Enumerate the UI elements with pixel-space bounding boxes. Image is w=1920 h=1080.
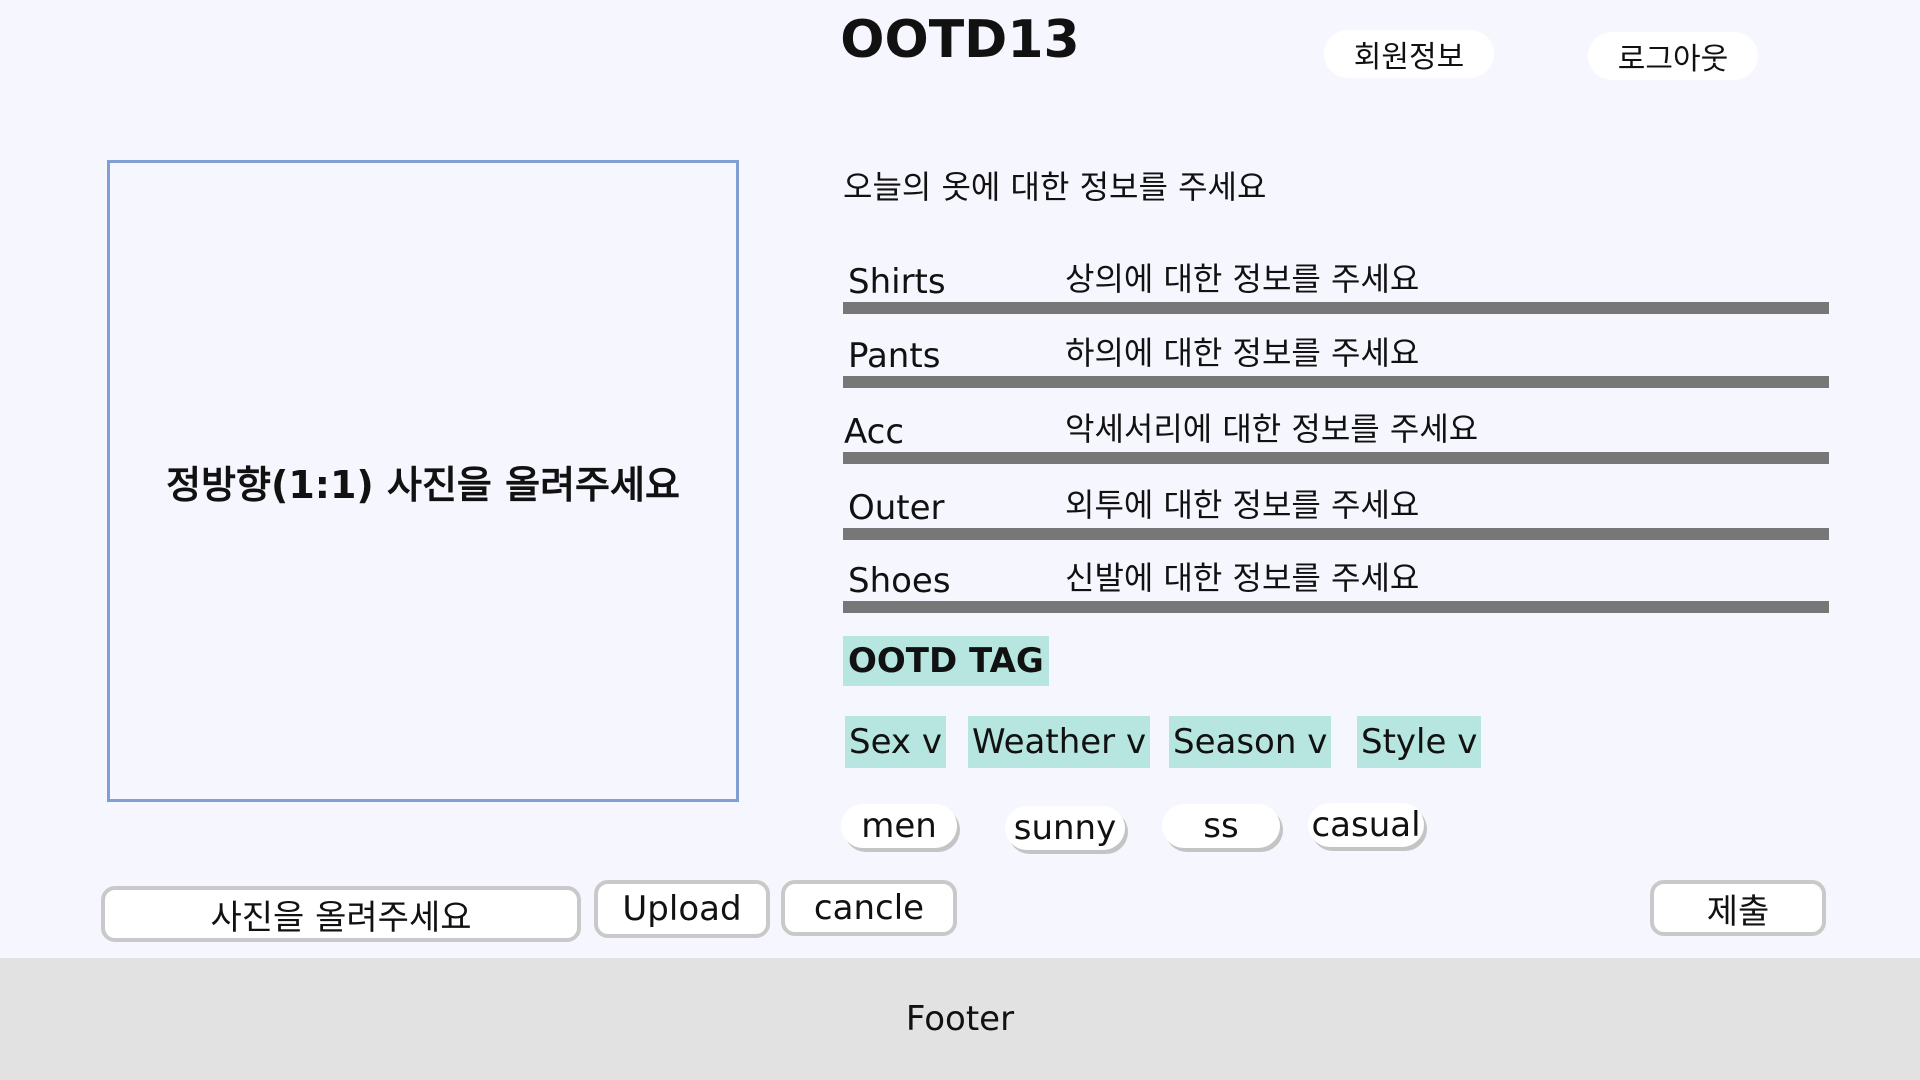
- cancel-button[interactable]: cancle: [781, 880, 957, 936]
- submit-button[interactable]: 제출: [1650, 880, 1826, 936]
- shirts-underline: [843, 302, 1829, 314]
- shoes-underline: [843, 601, 1829, 613]
- photo-prompt: 정방향(1:1) 사진을 올려주세요: [166, 462, 680, 507]
- outer-label: Outer: [848, 488, 945, 528]
- ootd-tag-title: OOTD TAG: [843, 636, 1049, 686]
- acc-underline: [843, 452, 1829, 464]
- sex-filter-dropdown[interactable]: Sex v: [845, 716, 946, 768]
- shirts-label: Shirts: [848, 262, 946, 302]
- weather-filter-dropdown[interactable]: Weather v: [968, 716, 1151, 768]
- shirts-field[interactable]: Shirts 상의에 대한 정보를 주세요: [843, 250, 1829, 314]
- pants-input[interactable]: 하의에 대한 정보를 주세요: [1065, 328, 1419, 374]
- photo-upload-area[interactable]: 정방향(1:1) 사진을 올려주세요: [107, 160, 739, 802]
- outer-field[interactable]: Outer 외투에 대한 정보를 주세요: [843, 476, 1829, 540]
- acc-field[interactable]: Acc 악세서리에 대한 정보를 주세요: [843, 400, 1829, 464]
- shoes-label: Shoes: [848, 561, 951, 601]
- footer: Footer: [0, 958, 1920, 1080]
- season-filter-dropdown[interactable]: Season v: [1169, 716, 1332, 768]
- tag-chip-casual[interactable]: casual: [1308, 803, 1424, 847]
- shoes-input[interactable]: 신발에 대한 정보를 주세요: [1065, 553, 1419, 599]
- photo-file-field[interactable]: 사진을 올려주세요: [101, 886, 581, 942]
- tag-chip-sunny[interactable]: sunny: [1005, 806, 1125, 850]
- pants-underline: [843, 376, 1829, 388]
- member-info-button[interactable]: 회원정보: [1324, 30, 1494, 78]
- tag-chip-men[interactable]: men: [841, 804, 957, 848]
- acc-label: Acc: [844, 412, 905, 452]
- pants-label: Pants: [848, 336, 941, 376]
- upload-button[interactable]: Upload: [594, 880, 770, 938]
- style-filter-dropdown[interactable]: Style v: [1357, 716, 1482, 768]
- logout-button[interactable]: 로그아웃: [1588, 32, 1758, 80]
- shoes-field[interactable]: Shoes 신발에 대한 정보를 주세요: [843, 549, 1829, 613]
- pants-field[interactable]: Pants 하의에 대한 정보를 주세요: [843, 324, 1829, 388]
- outer-underline: [843, 528, 1829, 540]
- tag-chip-ss[interactable]: ss: [1162, 804, 1280, 848]
- shirts-input[interactable]: 상의에 대한 정보를 주세요: [1065, 254, 1419, 300]
- outer-input[interactable]: 외투에 대한 정보를 주세요: [1065, 480, 1419, 526]
- form-intro: 오늘의 옷에 대한 정보를 주세요: [843, 168, 1267, 206]
- footer-text: Footer: [905, 999, 1015, 1039]
- acc-input[interactable]: 악세서리에 대한 정보를 주세요: [1065, 404, 1478, 450]
